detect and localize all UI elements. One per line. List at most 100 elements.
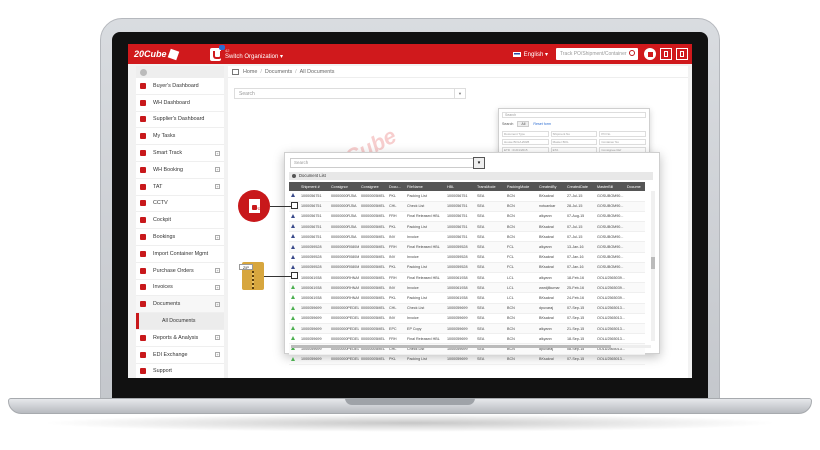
sidebar-item-purchase-orders[interactable]: Purchase Orders +: [136, 263, 224, 280]
row-icon-cell[interactable]: [289, 252, 299, 263]
table-row[interactable]: 1000059699 00000000PEDEL 00000005MEL INV Inv…: [289, 313, 645, 324]
table-row[interactable]: 1000059699 00000000PEDEL 00000005MEL EPC EP …: [289, 323, 645, 335]
sidebar-item-buyer-s-dashboard[interactable]: Buyer's Dashboard: [136, 78, 224, 95]
column-header[interactable]: FileName: [405, 182, 445, 191]
sidebar-item-my-tasks[interactable]: My Tasks: [136, 128, 224, 146]
search-dropdown-toggle[interactable]: ▼: [454, 89, 465, 98]
table-row[interactable]: 1000059528 00000000R080M 00000005MEL INV Inv…: [289, 252, 645, 263]
table-row[interactable]: 1000059699 00000000PEDEL 00000005MEL PKL Pac…: [289, 354, 645, 365]
table-row[interactable]: 1000056751 00000000RJ5A 00000005MEL PKL Pack…: [289, 221, 645, 233]
sidebar-item-tat[interactable]: TAT +: [136, 179, 224, 196]
sidebar-item-cockpit[interactable]: Cockpit: [136, 212, 224, 230]
track-search-input[interactable]: Track PO/Shipment/Container: [556, 48, 638, 60]
row-icon-cell[interactable]: [289, 262, 299, 274]
row-icon-cell[interactable]: [289, 241, 299, 253]
zip-export-icon[interactable]: ZIP: [239, 262, 264, 290]
column-header[interactable]: TransMode: [475, 182, 505, 191]
expand-icon[interactable]: +: [215, 167, 220, 173]
expand-icon[interactable]: +: [215, 268, 220, 274]
search-field[interactable]: Document Type: [502, 131, 549, 137]
search-field[interactable]: PO No: [599, 131, 646, 137]
sidebar-item-all-documents[interactable]: All Documents: [136, 313, 224, 330]
row-icon-cell[interactable]: [289, 333, 299, 345]
expand-icon[interactable]: +: [215, 301, 220, 307]
search-field[interactable]: House BOL/HAWB: [502, 139, 549, 145]
expand-icon[interactable]: +: [215, 184, 220, 190]
support-icon[interactable]: [644, 48, 656, 60]
sidebar-item-wh-dashboard[interactable]: WH Dashboard: [136, 95, 224, 112]
sidebar-item-wh-booking[interactable]: WH Booking +: [136, 162, 224, 179]
table-row[interactable]: 1000061938 00000000RHNAR 00000005MEL FRH Fin…: [289, 272, 645, 284]
sidebar-item-bookings[interactable]: Bookings +: [136, 229, 224, 246]
table-row[interactable]: 1000061938 00000000RHNAR 00000005MEL PKL Pac…: [289, 292, 645, 304]
row-icon-cell[interactable]: [289, 313, 299, 324]
search-icon[interactable]: [629, 50, 635, 56]
vertical-scrollbar[interactable]: [651, 191, 655, 341]
expand-icon[interactable]: +: [215, 234, 220, 240]
table-row[interactable]: 1000056751 00000000RJ5A 00000005MEL PKL Pack…: [289, 191, 645, 202]
table-row[interactable]: 1000056751 00000000RJ5A 00000005MEL INV Invo…: [289, 231, 645, 243]
table-row[interactable]: 1000059699 00000000PEDEL 00000005MEL CHL Che…: [289, 303, 645, 314]
document-type-icon[interactable]: [291, 213, 295, 218]
breadcrumb-home[interactable]: Home: [243, 69, 257, 75]
switch-organization[interactable]: 42 Switch Organization ▾: [210, 44, 283, 61]
column-header[interactable]: Docu...: [387, 182, 405, 191]
document-type-icon[interactable]: [291, 285, 295, 290]
table-row[interactable]: 1000056751 00000000RJ5A 00000005MEL CHL Chec…: [289, 201, 645, 212]
document-type-icon[interactable]: [291, 305, 295, 310]
home-icon[interactable]: [232, 68, 239, 75]
logout-icon[interactable]: [676, 48, 688, 60]
search-field[interactable]: Shipment No: [550, 131, 598, 137]
row-icon-cell[interactable]: [289, 354, 299, 365]
table-row[interactable]: 1000061938 00000000RHNAR 00000005MEL INV Inv…: [289, 282, 645, 294]
column-header[interactable]: CreatedBy: [537, 182, 565, 191]
table-row[interactable]: 1000056751 00000000RJ5A 00000005MEL FRH Fina…: [289, 211, 645, 223]
column-header[interactable]: MasterBill: [595, 182, 625, 191]
table-row[interactable]: 1000059528 00000000R080M 00000005MEL PKL Pac…: [289, 262, 645, 274]
document-type-icon[interactable]: [291, 244, 295, 249]
document-type-icon[interactable]: [291, 264, 295, 269]
document-type-icon[interactable]: [291, 336, 295, 341]
row-icon-cell[interactable]: [289, 221, 299, 233]
document-type-icon[interactable]: [291, 193, 295, 198]
row-icon-cell[interactable]: [289, 303, 299, 314]
document-type-icon[interactable]: [291, 356, 295, 361]
sidebar-item-smart-track[interactable]: Smart Track +: [136, 145, 224, 162]
document-type-icon[interactable]: [291, 315, 295, 320]
sidebar-item-support[interactable]: Support: [136, 364, 224, 378]
table-row[interactable]: 1000059528 00000000R080M 00000005MEL FRH Fin…: [289, 241, 645, 253]
expand-icon[interactable]: +: [215, 335, 220, 341]
column-header[interactable]: Consignee: [359, 182, 387, 191]
document-type-icon[interactable]: [291, 254, 295, 259]
doc-search-input[interactable]: Search: [290, 158, 478, 168]
column-header[interactable]: HBL: [445, 182, 475, 191]
row-icon-cell[interactable]: [289, 191, 299, 202]
search-field[interactable]: Master BOL: [550, 139, 598, 145]
column-header[interactable]: CreatedDate: [565, 182, 595, 191]
row-icon-cell[interactable]: [289, 282, 299, 294]
panel-search-input[interactable]: Search: [502, 112, 646, 118]
row-icon-cell[interactable]: [289, 323, 299, 335]
sidebar-item-import-container-mgmt[interactable]: Import Container Mgmt: [136, 246, 224, 263]
app-logo[interactable]: 20Cube: [128, 44, 192, 64]
sidebar-item-reports-analysis[interactable]: Reports & Analysis +: [136, 330, 224, 347]
pdf-export-icon[interactable]: PDF: [238, 190, 270, 222]
column-header[interactable]: [289, 182, 299, 191]
column-header[interactable]: Shipment #: [299, 182, 329, 191]
document-type-icon[interactable]: [291, 224, 295, 229]
sidebar-item-supplier-s-dashboard[interactable]: Supplier's Dashboard: [136, 112, 224, 129]
document-type-icon[interactable]: [291, 295, 295, 300]
document-search-input[interactable]: Search ▼: [234, 88, 466, 99]
sidebar-item-cctv[interactable]: CCTV: [136, 196, 224, 213]
row-icon-cell[interactable]: [289, 292, 299, 304]
search-field[interactable]: Container No: [599, 139, 646, 145]
expand-icon[interactable]: +: [215, 284, 220, 290]
column-header[interactable]: PackingMode: [505, 182, 537, 191]
row-icon-cell[interactable]: [289, 211, 299, 223]
breadcrumb-documents[interactable]: Documents: [265, 69, 292, 75]
sidebar-item-invoices[interactable]: Invoices +: [136, 280, 224, 297]
column-header[interactable]: Docume: [625, 182, 645, 191]
language-selector[interactable]: English ▾: [512, 51, 548, 58]
doc-search-dropdown-button[interactable]: ▾: [473, 157, 485, 169]
horizontal-scrollbar[interactable]: [291, 345, 651, 348]
